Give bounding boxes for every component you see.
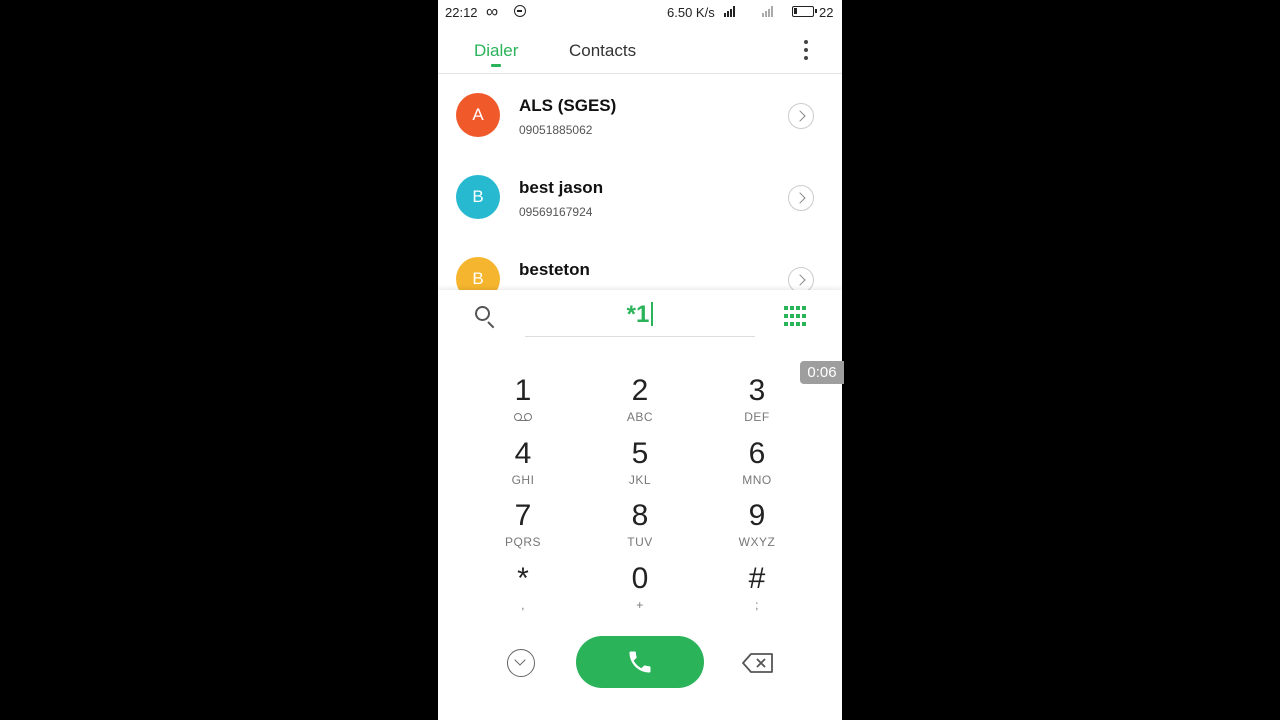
- key-letters: WXYZ: [738, 535, 776, 549]
- collapse-keypad-icon[interactable]: [507, 649, 535, 677]
- dialer-panel: *1 1 2 ABC 3 DEF 4 GHI 5 JKL 6 MNO 7 PQR…: [438, 290, 842, 720]
- call-button[interactable]: [576, 636, 704, 688]
- key-5[interactable]: 5 JKL: [585, 437, 695, 497]
- key-letters: DEF: [744, 410, 770, 424]
- key-letters: PQRS: [504, 535, 541, 549]
- text-caret: [651, 302, 654, 326]
- recording-timer: 0:06: [800, 361, 844, 384]
- dialer-actions: [438, 636, 842, 688]
- status-time: 22:12: [445, 5, 478, 20]
- dial-input-value: *1: [626, 301, 650, 328]
- signal-icon: [762, 6, 773, 17]
- key-digit: *: [517, 562, 529, 595]
- search-icon[interactable]: [474, 305, 498, 329]
- avatar: A: [456, 93, 500, 137]
- key-letters: ABC: [626, 410, 654, 424]
- contact-name: best jason: [519, 178, 604, 197]
- avatar: B: [456, 257, 500, 290]
- key-digit: 6: [748, 437, 766, 470]
- contact-name: besteton: [519, 260, 590, 279]
- key-letters: TUV: [627, 535, 653, 549]
- chevron-right-icon[interactable]: [788, 103, 814, 129]
- key-letters: MNO: [742, 473, 772, 487]
- chevron-right-icon[interactable]: [788, 185, 814, 211]
- key-hash[interactable]: # ;: [702, 562, 812, 622]
- key-digit: 4: [514, 437, 532, 470]
- key-1[interactable]: 1: [468, 374, 578, 434]
- tab-contacts[interactable]: Contacts: [569, 41, 636, 61]
- key-8[interactable]: 8 TUV: [585, 499, 695, 559]
- chevron-right-icon[interactable]: [788, 267, 814, 290]
- signal-icon: [724, 6, 735, 17]
- list-item[interactable]: B besteton: [438, 238, 842, 290]
- key-digit: 9: [748, 499, 766, 532]
- key-digit: 0: [631, 562, 649, 595]
- contact-name: ALS (SGES): [519, 96, 617, 115]
- key-9[interactable]: 9 WXYZ: [702, 499, 812, 559]
- key-6[interactable]: 6 MNO: [702, 437, 812, 497]
- keypad-icon[interactable]: [784, 306, 806, 328]
- key-letters: ,: [521, 598, 525, 612]
- dial-input[interactable]: *1: [525, 298, 755, 337]
- key-letters: JKL: [628, 473, 652, 487]
- key-digit: #: [748, 562, 766, 595]
- key-digit: 5: [631, 437, 649, 470]
- backspace-icon[interactable]: [742, 653, 774, 673]
- key-digit: 2: [631, 374, 649, 407]
- key-star[interactable]: * ,: [468, 562, 578, 622]
- key-4[interactable]: 4 GHI: [468, 437, 578, 497]
- list-item[interactable]: A ALS (SGES) 09051885062: [438, 74, 842, 156]
- active-tab-indicator: [491, 64, 501, 67]
- app-header: Dialer Contacts: [438, 24, 842, 74]
- contact-list: A ALS (SGES) 09051885062 B best jason 09…: [438, 74, 842, 290]
- key-digit: 1: [514, 374, 532, 407]
- key-2[interactable]: 2 ABC: [585, 374, 695, 434]
- key-letters: +: [636, 598, 644, 612]
- avatar: B: [456, 175, 500, 219]
- contact-number: 09569167924: [519, 205, 593, 219]
- key-digit: 3: [748, 374, 766, 407]
- key-7[interactable]: 7 PQRS: [468, 499, 578, 559]
- key-letters: ;: [755, 598, 759, 612]
- phone-icon: [629, 651, 651, 673]
- key-0[interactable]: 0 +: [585, 562, 695, 622]
- key-digit: 8: [631, 499, 649, 532]
- voicemail-icon: [514, 413, 532, 421]
- key-letters: GHI: [511, 473, 535, 487]
- status-bar: 22:12 ∞ 6.50 K/s 22: [438, 0, 842, 24]
- key-digit: 7: [514, 499, 532, 532]
- infinity-icon: ∞: [486, 2, 499, 21]
- contact-number: 09051885062: [519, 123, 593, 137]
- battery-icon: [792, 6, 817, 17]
- list-item[interactable]: B best jason 09569167924: [438, 156, 842, 238]
- sync-icon: [514, 5, 526, 17]
- network-speed: 6.50 K/s: [667, 5, 715, 20]
- tab-dialer[interactable]: Dialer: [474, 41, 518, 61]
- battery-level: 22: [819, 5, 834, 20]
- key-3[interactable]: 3 DEF: [702, 374, 812, 434]
- more-vertical-icon[interactable]: [794, 38, 818, 62]
- phone-screen: 22:12 ∞ 6.50 K/s 22 Dialer Contacts A AL…: [438, 0, 842, 720]
